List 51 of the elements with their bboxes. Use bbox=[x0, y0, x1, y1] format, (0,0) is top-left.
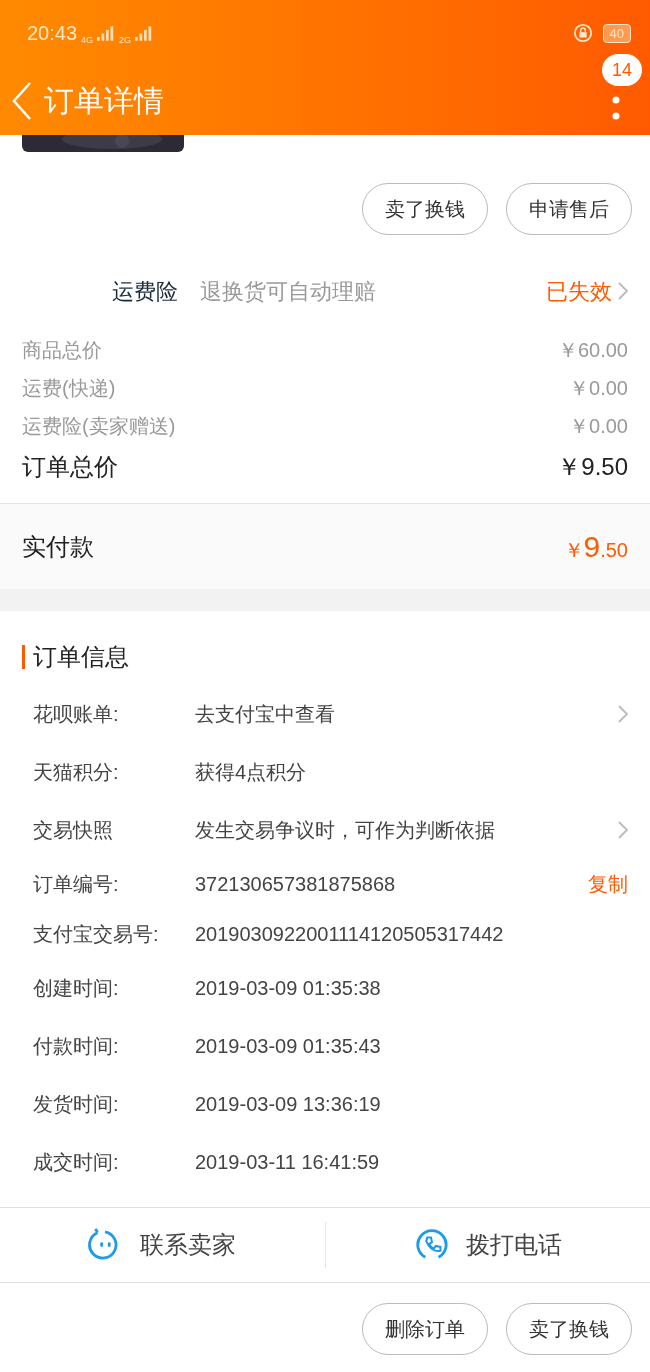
chevron-right-icon bbox=[618, 705, 628, 723]
info-value: 2019-03-11 16:41:59 bbox=[195, 1150, 380, 1175]
info-value: 2019-03-09 01:35:43 bbox=[195, 1034, 381, 1059]
paid-amount: ￥9.50 bbox=[563, 529, 628, 565]
section-marker bbox=[22, 645, 25, 669]
chevron-right-icon bbox=[618, 282, 628, 300]
price-value: ￥9.50 bbox=[557, 452, 628, 482]
info-label: 订单编号: bbox=[33, 872, 120, 897]
insurance-name: 运费险 bbox=[112, 277, 178, 306]
info-value: 372130657381875868 bbox=[195, 872, 396, 897]
action-button[interactable]: 删除订单 bbox=[362, 1303, 488, 1355]
price-label: 商品总价 bbox=[22, 338, 102, 363]
info-label: 创建时间: bbox=[33, 976, 120, 1001]
price-label: 订单总价 bbox=[22, 452, 118, 482]
action-button[interactable]: 申请售后 bbox=[506, 183, 632, 235]
network-label: 4G bbox=[81, 34, 94, 47]
status-time: 20:43 bbox=[27, 21, 78, 46]
notification-badge: 14 bbox=[601, 54, 642, 86]
insurance-description: 退换货可自动理赔 bbox=[200, 277, 376, 306]
contact-button[interactable]: 联系卖家 bbox=[0, 1208, 325, 1282]
price-value: ￥0.00 bbox=[569, 376, 628, 401]
info-label: 成交时间: bbox=[33, 1150, 120, 1175]
page-title: 订单详情 bbox=[44, 83, 164, 119]
info-label: 发货时间: bbox=[33, 1092, 120, 1117]
action-button[interactable]: 卖了换钱 bbox=[506, 1303, 632, 1355]
info-label: 交易快照 bbox=[33, 818, 114, 843]
price-label: 运费险(卖家赠送) bbox=[22, 414, 176, 439]
signal-icon bbox=[97, 25, 116, 41]
paid-label: 实付款 bbox=[22, 531, 94, 562]
info-label: 花呗账单: bbox=[33, 702, 120, 727]
info-value: 2019030922001114120505317442 bbox=[195, 922, 504, 947]
back-icon[interactable] bbox=[12, 81, 32, 120]
action-button[interactable]: 卖了换钱 bbox=[362, 183, 488, 235]
info-value: 2019-03-09 01:35:38 bbox=[195, 976, 381, 1001]
price-value: ￥0.00 bbox=[569, 414, 628, 439]
info-label: 支付宝交易号: bbox=[33, 922, 160, 947]
info-label: 付款时间: bbox=[33, 1034, 120, 1059]
info-value: 发生交易争议时，可作为判断依据 bbox=[195, 818, 495, 843]
signal-icon bbox=[135, 25, 154, 41]
chevron-right-icon bbox=[618, 821, 628, 839]
rotation-lock-icon bbox=[572, 23, 593, 43]
info-value: 去支付宝中查看 bbox=[195, 702, 335, 727]
info-value: 2019-03-09 13:36:19 bbox=[195, 1092, 381, 1117]
info-label: 天猫积分: bbox=[33, 760, 120, 785]
contact-button[interactable]: 拨打电话 bbox=[324, 1222, 650, 1268]
network-label: 2G bbox=[119, 34, 132, 47]
section-title: 订单信息 bbox=[33, 642, 129, 672]
price-value: ￥60.00 bbox=[557, 338, 628, 363]
battery-indicator: 40 bbox=[602, 23, 631, 43]
price-label: 运费(快递) bbox=[22, 376, 116, 401]
info-value: 获得4点积分 bbox=[195, 760, 307, 785]
